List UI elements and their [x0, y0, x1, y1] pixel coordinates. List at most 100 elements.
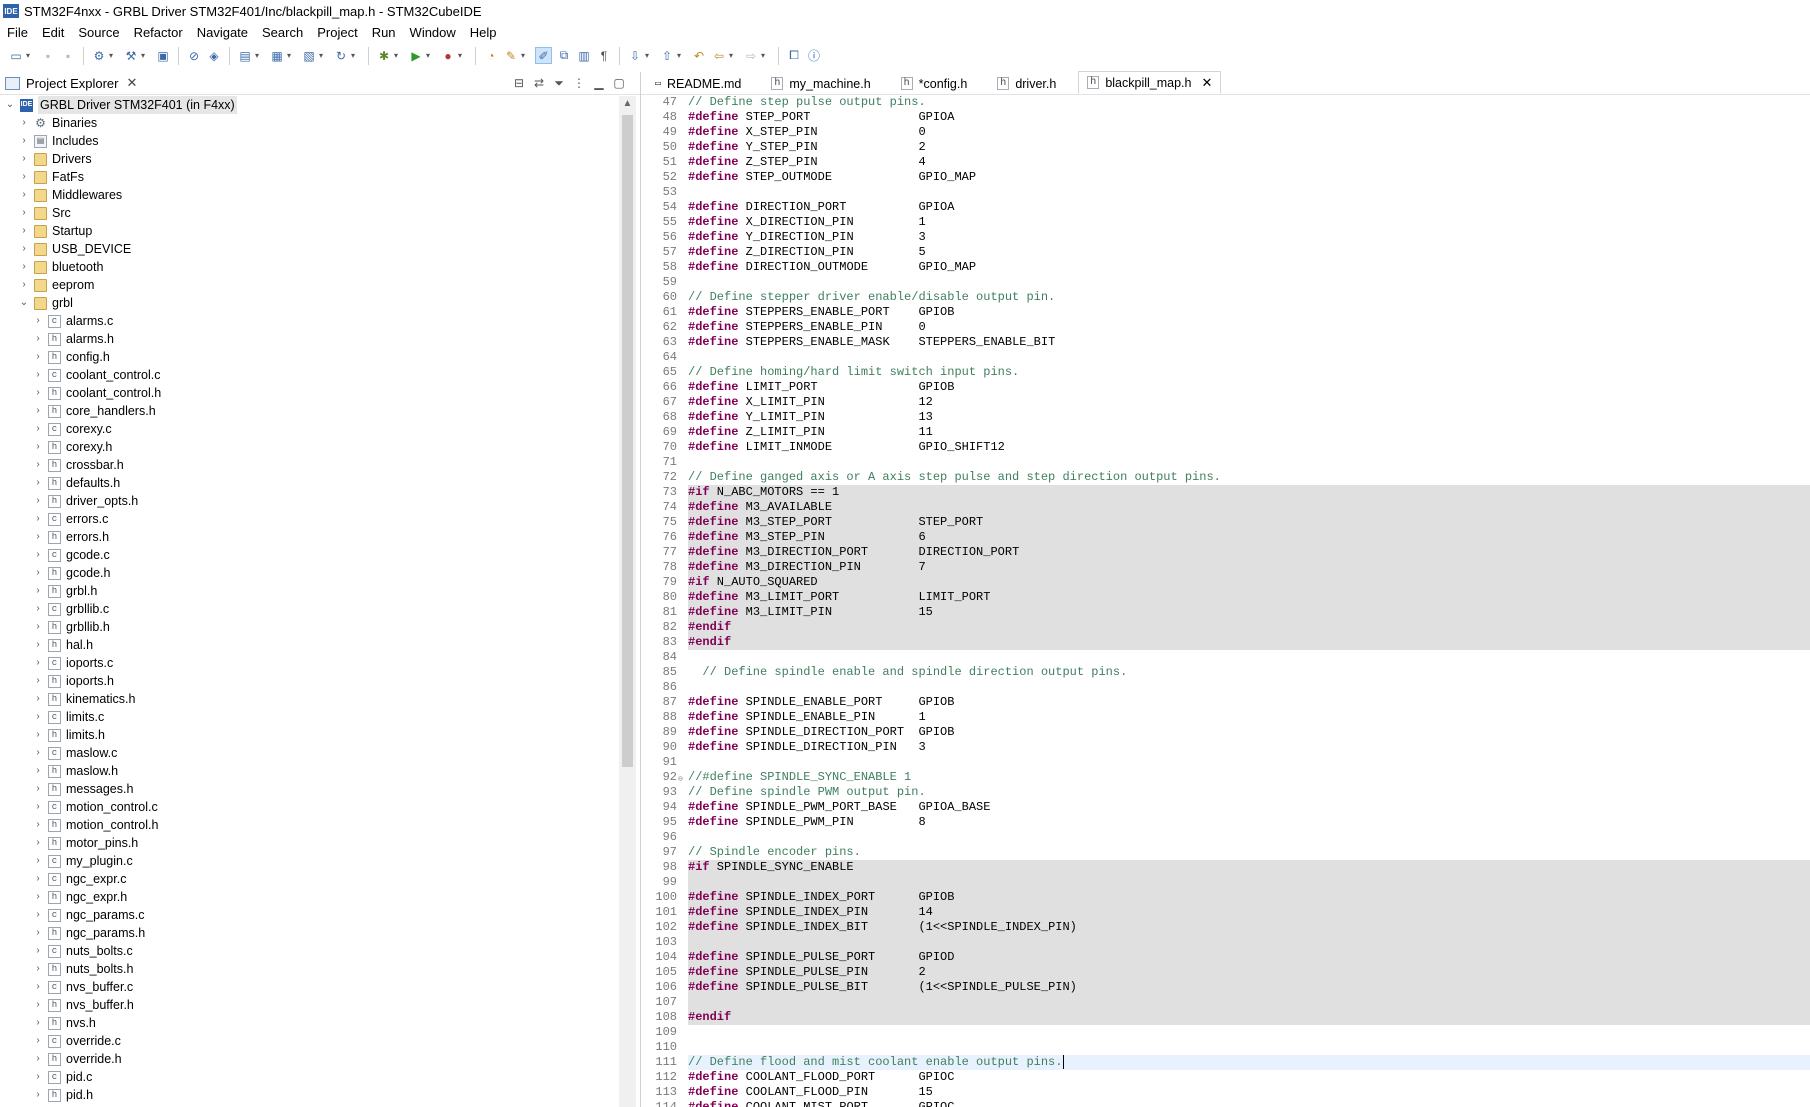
- next-annotation-dropdown-icon[interactable]: ▾: [645, 51, 653, 60]
- code-line[interactable]: 89 #define SPINDLE_DIRECTION_PORT GPIOB: [641, 725, 1810, 740]
- maximize-icon[interactable]: ▢: [610, 75, 628, 91]
- code-line[interactable]: 90 #define SPINDLE_DIRECTION_PIN 3: [641, 740, 1810, 755]
- code-line[interactable]: 112 #define COOLANT_FLOOD_PORT GPIOC: [641, 1070, 1810, 1085]
- new-file-dropdown-icon[interactable]: ▾: [319, 51, 327, 60]
- chevron-right-icon[interactable]: ›: [32, 816, 44, 834]
- chevron-down-icon[interactable]: ⌄: [18, 294, 30, 312]
- back-icon[interactable]: ⇦: [711, 48, 727, 64]
- collapse-all-icon[interactable]: ⊟: [510, 75, 528, 91]
- chevron-right-icon[interactable]: ›: [32, 600, 44, 618]
- code-line[interactable]: 82 #endif: [641, 620, 1810, 635]
- menu-refactor[interactable]: Refactor: [127, 25, 190, 40]
- chevron-right-icon[interactable]: ›: [32, 312, 44, 330]
- code-line[interactable]: 76 #define M3_STEP_PIN 6: [641, 530, 1810, 545]
- tree-file[interactable]: › c grbllib.c: [0, 600, 620, 618]
- code-line[interactable]: 63 #define STEPPERS_ENABLE_MASK STEPPERS_…: [641, 335, 1810, 350]
- back-dropdown-icon[interactable]: ▾: [729, 51, 737, 60]
- code-line[interactable]: 64: [641, 350, 1810, 365]
- close-icon[interactable]: ✕: [126, 75, 137, 91]
- chevron-right-icon[interactable]: ›: [32, 798, 44, 816]
- tree-file[interactable]: › h nvs.h: [0, 1014, 620, 1032]
- chevron-right-icon[interactable]: ›: [32, 960, 44, 978]
- editor-tab[interactable]: h driver.h: [989, 73, 1064, 94]
- scroll-up-icon[interactable]: ▲: [619, 98, 636, 109]
- code-line[interactable]: 79 #if N_AUTO_SQUARED: [641, 575, 1810, 590]
- search-icon[interactable]: ✎: [503, 48, 519, 64]
- code-line[interactable]: 60 // Define stepper driver enable/disabl…: [641, 290, 1810, 305]
- search-dropdown-icon[interactable]: ▾: [521, 51, 529, 60]
- chevron-right-icon[interactable]: ›: [32, 762, 44, 780]
- tree-file[interactable]: › h pid.h: [0, 1086, 620, 1104]
- menu-help[interactable]: Help: [463, 25, 504, 40]
- previous-annotation-icon[interactable]: ⇧: [659, 48, 675, 64]
- tree-file[interactable]: › h motor_pins.h: [0, 834, 620, 852]
- tree-file[interactable]: › h motion_control.h: [0, 816, 620, 834]
- chevron-right-icon[interactable]: ›: [32, 438, 44, 456]
- chevron-right-icon[interactable]: ›: [32, 546, 44, 564]
- tree-file[interactable]: › c nvs_buffer.c: [0, 978, 620, 996]
- tree-file[interactable]: › h grbl.h: [0, 582, 620, 600]
- run-icon[interactable]: ▶: [408, 48, 424, 64]
- tree-file[interactable]: › c ioports.c: [0, 654, 620, 672]
- chevron-right-icon[interactable]: ›: [32, 492, 44, 510]
- menu-navigate[interactable]: Navigate: [190, 25, 255, 40]
- tree-file[interactable]: › h override.h: [0, 1050, 620, 1068]
- debug-dropdown-icon[interactable]: ▾: [394, 51, 402, 60]
- link-with-editor-icon[interactable]: ⇄: [530, 75, 548, 91]
- code-line[interactable]: 87 #define SPINDLE_ENABLE_PORT GPIOB: [641, 695, 1810, 710]
- code-line[interactable]: 65 // Define homing/hard limit switch inp…: [641, 365, 1810, 380]
- chevron-right-icon[interactable]: ›: [32, 888, 44, 906]
- tree-file[interactable]: › c ngc_params.c: [0, 906, 620, 924]
- tree-item-src[interactable]: › Src: [0, 204, 620, 222]
- info-icon[interactable]: ⓘ: [806, 48, 822, 64]
- chevron-right-icon[interactable]: ›: [18, 168, 30, 186]
- chevron-right-icon[interactable]: ›: [32, 636, 44, 654]
- code-line[interactable]: 92 ⊖//#define SPINDLE_SYNC_ENABLE 1: [641, 770, 1810, 785]
- code-line[interactable]: 68 #define Y_LIMIT_PIN 13: [641, 410, 1810, 425]
- chevron-right-icon[interactable]: ›: [32, 744, 44, 762]
- editor-tab[interactable]: h my_machine.h: [763, 73, 878, 94]
- chevron-right-icon[interactable]: ›: [32, 942, 44, 960]
- code-line[interactable]: 81 #define M3_LIMIT_PIN 15: [641, 605, 1810, 620]
- chevron-right-icon[interactable]: ›: [32, 906, 44, 924]
- chevron-right-icon[interactable]: ›: [18, 114, 30, 132]
- open-type-icon[interactable]: ◔: [483, 48, 499, 64]
- code-line[interactable]: 114 #define COOLANT_MIST_PORT GPIOC: [641, 1100, 1810, 1107]
- tree-file[interactable]: › c limits.c: [0, 708, 620, 726]
- build-all-icon[interactable]: ▣: [155, 48, 171, 64]
- tree-file[interactable]: › h coolant_control.h: [0, 384, 620, 402]
- tree-file[interactable]: › c nuts_bolts.c: [0, 942, 620, 960]
- menu-search[interactable]: Search: [255, 25, 310, 40]
- chevron-right-icon[interactable]: ›: [32, 384, 44, 402]
- new-folder-dropdown-icon[interactable]: ▾: [287, 51, 295, 60]
- code-line[interactable]: 48 #define STEP_PORT GPIOA: [641, 110, 1810, 125]
- code-line[interactable]: 50 #define Y_STEP_PIN 2: [641, 140, 1810, 155]
- tree-file[interactable]: › h ioports.h: [0, 672, 620, 690]
- tree-file[interactable]: › c coolant_control.c: [0, 366, 620, 384]
- code-line[interactable]: 86: [641, 680, 1810, 695]
- minimize-icon[interactable]: ▁: [590, 75, 608, 91]
- menu-source[interactable]: Source: [71, 25, 126, 40]
- code-line[interactable]: 73 #if N_ABC_MOTORS == 1: [641, 485, 1810, 500]
- tree-file[interactable]: › h kinematics.h: [0, 690, 620, 708]
- code-line[interactable]: 101 #define SPINDLE_INDEX_PIN 14: [641, 905, 1810, 920]
- code-line[interactable]: 111 // Define flood and mist coolant enab…: [641, 1055, 1810, 1070]
- chevron-right-icon[interactable]: ›: [32, 474, 44, 492]
- toggle-mark-occurrences-icon[interactable]: ✐: [535, 47, 552, 64]
- chevron-right-icon[interactable]: ›: [32, 366, 44, 384]
- code-line[interactable]: 77 #define M3_DIRECTION_PORT DIRECTION_PO…: [641, 545, 1810, 560]
- chevron-right-icon[interactable]: ›: [32, 852, 44, 870]
- tree-file[interactable]: › h crossbar.h: [0, 456, 620, 474]
- editor-tab[interactable]: ▭ README.md: [647, 73, 749, 94]
- tree-file[interactable]: › h core_handlers.h: [0, 402, 620, 420]
- code-line[interactable]: 51 #define Z_STEP_PIN 4: [641, 155, 1810, 170]
- code-line[interactable]: 78 #define M3_DIRECTION_PIN 7: [641, 560, 1810, 575]
- chevron-right-icon[interactable]: ›: [32, 420, 44, 438]
- next-annotation-icon[interactable]: ⇩: [627, 48, 643, 64]
- external-tools-dropdown-icon[interactable]: ▾: [458, 51, 466, 60]
- tree-item-eeprom[interactable]: › eeprom: [0, 276, 620, 294]
- chevron-right-icon[interactable]: ›: [32, 1032, 44, 1050]
- chevron-right-icon[interactable]: ›: [18, 240, 30, 258]
- configurations-dropdown-icon[interactable]: ▾: [109, 51, 117, 60]
- tree-item-includes[interactable]: › ▤ Includes: [0, 132, 620, 150]
